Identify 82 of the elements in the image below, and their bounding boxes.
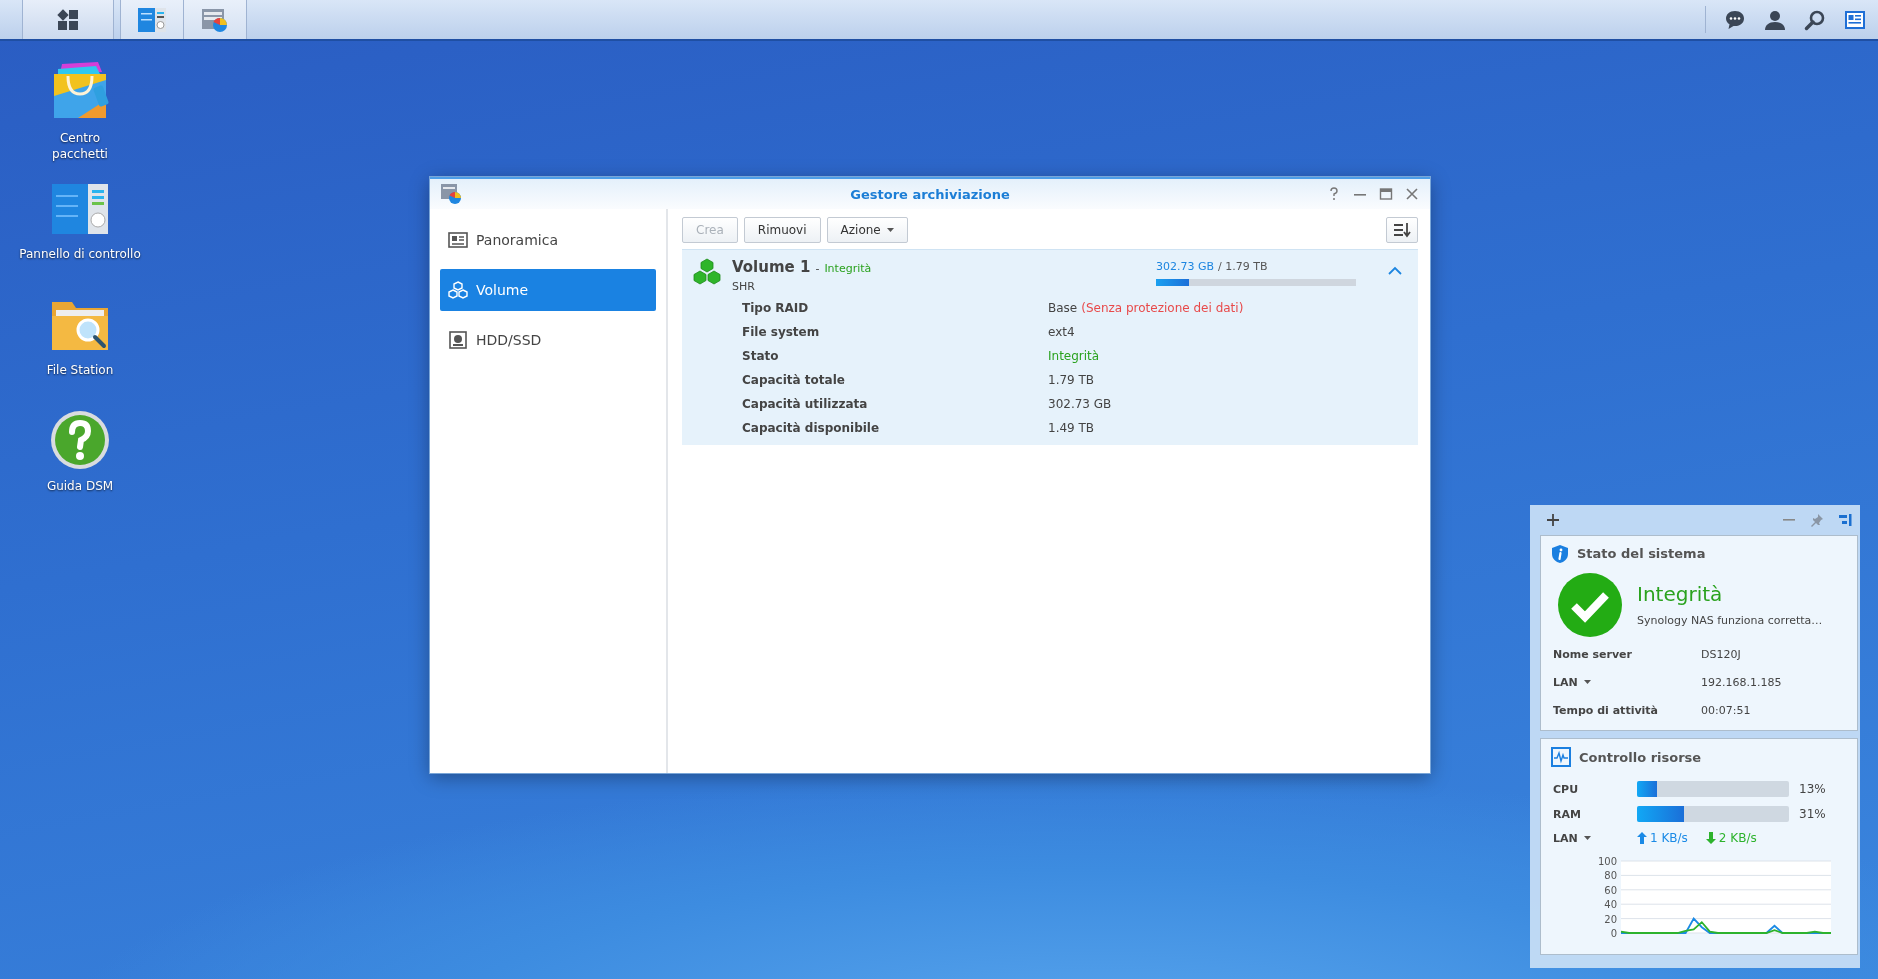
card-title: Stato del sistema bbox=[1577, 546, 1706, 562]
window-title: Gestore archiviazione bbox=[850, 186, 1010, 202]
y-tick-label: 40 bbox=[1604, 899, 1617, 911]
y-tick-label: 0 bbox=[1610, 928, 1617, 939]
info-shield-icon bbox=[1551, 544, 1569, 564]
sort-icon bbox=[1393, 222, 1411, 238]
info-label: Tempo di attività bbox=[1553, 704, 1659, 717]
total-capacity: / 1.79 TB bbox=[1218, 260, 1268, 273]
cubes-icon bbox=[692, 258, 722, 286]
y-tick-label: 100 bbox=[1597, 856, 1617, 867]
dropdown-button[interactable]: Azione bbox=[826, 217, 908, 243]
volume-status: Integrità bbox=[824, 262, 872, 275]
desktop-icon-label[interactable]: Pannello di controllo bbox=[19, 246, 141, 262]
status-message: Synology NAS funziona corretta… bbox=[1637, 614, 1823, 628]
lan-label: LAN bbox=[1553, 831, 1578, 845]
toolbar-button[interactable]: Rimuovi bbox=[743, 217, 821, 243]
sort-button[interactable] bbox=[1386, 217, 1418, 243]
volume-name: Volume 1 bbox=[732, 258, 811, 276]
maximize-icon[interactable] bbox=[1378, 186, 1394, 202]
meter-reading: 13% bbox=[1798, 782, 1827, 796]
detail-value: 1.49 TB bbox=[1048, 421, 1095, 435]
detail-value: Base bbox=[1048, 301, 1078, 315]
storage-manager-taskbar-button[interactable] bbox=[184, 0, 247, 39]
y-tick-label: 20 bbox=[1604, 913, 1617, 925]
download-arrow-icon bbox=[1705, 832, 1716, 844]
sidebar-item[interactable]: Panoramica bbox=[440, 219, 656, 261]
card-title: Controllo risorse bbox=[1579, 749, 1702, 765]
detail-label: Tipo RAID bbox=[742, 301, 810, 315]
widgets-icon[interactable] bbox=[1844, 9, 1866, 30]
caret-icon[interactable] bbox=[1583, 836, 1591, 840]
detail-label: Capacità disponibile bbox=[742, 421, 881, 435]
caret-icon[interactable] bbox=[1583, 680, 1591, 685]
info-value: 00:07:51 bbox=[1701, 704, 1752, 717]
info-value: DS120J bbox=[1701, 648, 1742, 661]
meter-label: CPU bbox=[1553, 782, 1580, 796]
upload-rate: 1 KB/s bbox=[1650, 831, 1688, 845]
sidebar-item[interactable]: HDD/SSD bbox=[440, 319, 656, 361]
user-icon[interactable] bbox=[1764, 8, 1786, 31]
upload-arrow-icon bbox=[1637, 832, 1647, 844]
download-rate: 2 KB/s bbox=[1718, 831, 1757, 845]
control-panel-taskbar-button[interactable] bbox=[121, 0, 184, 39]
chat-icon[interactable] bbox=[1724, 8, 1746, 31]
close-icon[interactable] bbox=[1404, 186, 1420, 202]
question-circle-icon[interactable] bbox=[48, 408, 112, 472]
grid-icon bbox=[56, 7, 80, 32]
info-label: Nome server bbox=[1553, 648, 1632, 661]
id-card-icon bbox=[448, 231, 468, 249]
y-tick-label: 60 bbox=[1604, 884, 1617, 896]
detail-label: File system bbox=[742, 325, 821, 339]
used-capacity: 302.73 GB bbox=[1156, 260, 1215, 273]
plus-icon[interactable] bbox=[1546, 513, 1560, 527]
y-tick-label: 80 bbox=[1604, 870, 1617, 882]
storage-chart-icon bbox=[440, 183, 462, 205]
warning-note: (Senza protezione dei dati) bbox=[1081, 301, 1244, 315]
check-circle-icon bbox=[1557, 572, 1623, 638]
info-value: 192.168.1.185 bbox=[1701, 676, 1783, 689]
detail-label: Capacità utilizzata bbox=[742, 397, 869, 411]
pulse-icon bbox=[1551, 747, 1571, 767]
caret-icon bbox=[886, 228, 894, 232]
cubes-icon bbox=[448, 281, 468, 299]
detail-value: 302.73 GB bbox=[1048, 397, 1112, 411]
dock-icon[interactable] bbox=[1838, 513, 1852, 527]
desktop-icon-label[interactable]: Guida DSM bbox=[46, 478, 114, 494]
detail-label: Capacità totale bbox=[742, 373, 846, 387]
main-menu-button[interactable] bbox=[22, 0, 114, 39]
control-panel-icon bbox=[137, 6, 167, 33]
search-icon[interactable] bbox=[1804, 8, 1826, 31]
separator: - bbox=[815, 262, 820, 275]
detail-value: 1.79 TB bbox=[1048, 373, 1095, 387]
health-status: Integrità bbox=[1637, 582, 1724, 607]
meter-label: RAM bbox=[1553, 807, 1582, 821]
volume-type: SHR bbox=[732, 280, 756, 293]
detail-value: Integrità bbox=[1048, 349, 1100, 363]
desktop-icon-label[interactable]: Centro pacchetti bbox=[52, 130, 108, 162]
meter-reading: 31% bbox=[1798, 807, 1827, 821]
info-label: LAN bbox=[1553, 676, 1578, 689]
desktop-icon-label[interactable]: File Station bbox=[46, 362, 114, 378]
chevron-up-icon[interactable] bbox=[1388, 266, 1402, 275]
storage-chart-icon bbox=[200, 6, 230, 33]
detail-label: Stato bbox=[742, 349, 780, 363]
sidebar-item[interactable]: Volume bbox=[440, 269, 656, 311]
detail-value: ext4 bbox=[1048, 325, 1075, 339]
